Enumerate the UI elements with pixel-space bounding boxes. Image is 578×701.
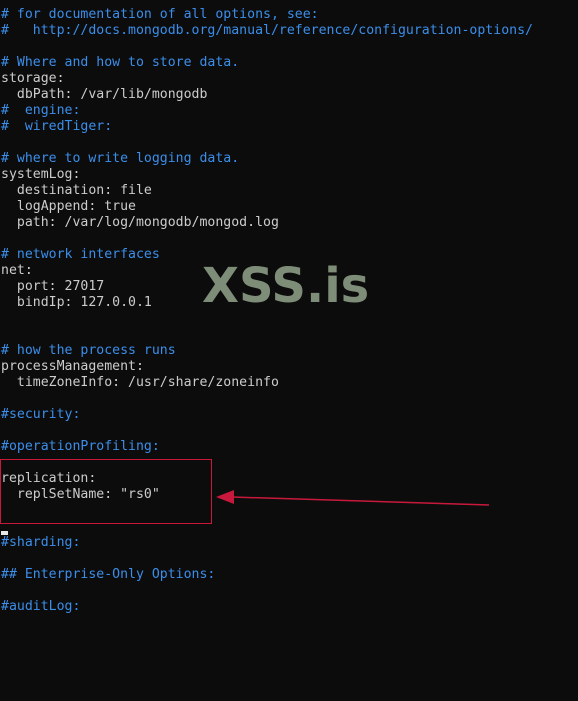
config-line: processManagement: xyxy=(1,359,144,374)
config-line: path: /var/log/mongodb/mongod.log xyxy=(1,215,279,230)
comment-line: # Where and how to store data. xyxy=(1,55,240,70)
config-line xyxy=(1,391,577,407)
config-line: systemLog: xyxy=(1,167,81,182)
config-line xyxy=(1,551,577,567)
comment-line: # for documentation of all options, see: xyxy=(1,7,319,22)
comment-line: #auditLog: xyxy=(1,599,81,614)
comment-line: ## Enterprise-Only Options: xyxy=(1,567,216,582)
config-line xyxy=(1,135,577,151)
comment-line: # wiredTiger: xyxy=(1,119,113,134)
comment-line: # where to write logging data. xyxy=(1,151,240,166)
terminal-window[interactable]: # for documentation of all options, see:… xyxy=(0,0,578,701)
config-line: storage: xyxy=(1,71,65,86)
comment-line: #operationProfiling: xyxy=(1,439,160,454)
text-cursor xyxy=(1,531,8,535)
comment-line: #sharding: xyxy=(1,535,81,550)
config-line xyxy=(1,423,577,439)
config-line xyxy=(1,327,577,343)
config-line xyxy=(1,583,577,599)
comment-line: # how the process runs xyxy=(1,343,176,358)
watermark-logo: XSS.is xyxy=(202,258,370,314)
config-line xyxy=(1,231,577,247)
config-line: dbPath: /var/lib/mongodb xyxy=(1,87,208,102)
config-line: logAppend: true xyxy=(1,199,136,214)
config-line: destination: file xyxy=(1,183,152,198)
config-line xyxy=(1,39,577,55)
replication-highlight-box xyxy=(0,459,212,524)
config-line: timeZoneInfo: /usr/share/zoneinfo xyxy=(1,375,279,390)
comment-line: #security: xyxy=(1,407,81,422)
comment-line: # http://docs.mongodb.org/manual/referen… xyxy=(1,23,533,38)
comment-line: # engine: xyxy=(1,103,81,118)
